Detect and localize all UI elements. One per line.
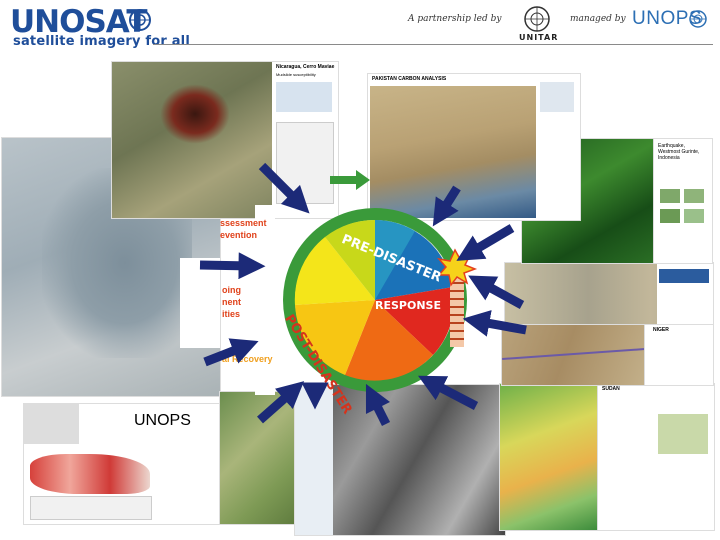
arrows-layer <box>199 162 527 427</box>
arrow-icon <box>468 275 525 309</box>
arrow-icon <box>257 381 305 424</box>
arrow-icon <box>462 310 527 337</box>
arrow-icon <box>199 252 266 280</box>
arrow-icon <box>203 338 259 367</box>
arrow-icon <box>456 224 515 261</box>
arrow-icon <box>418 375 479 410</box>
arrow-icon <box>258 162 310 214</box>
arrow-icon <box>365 383 391 427</box>
arrow-icon <box>432 185 461 227</box>
